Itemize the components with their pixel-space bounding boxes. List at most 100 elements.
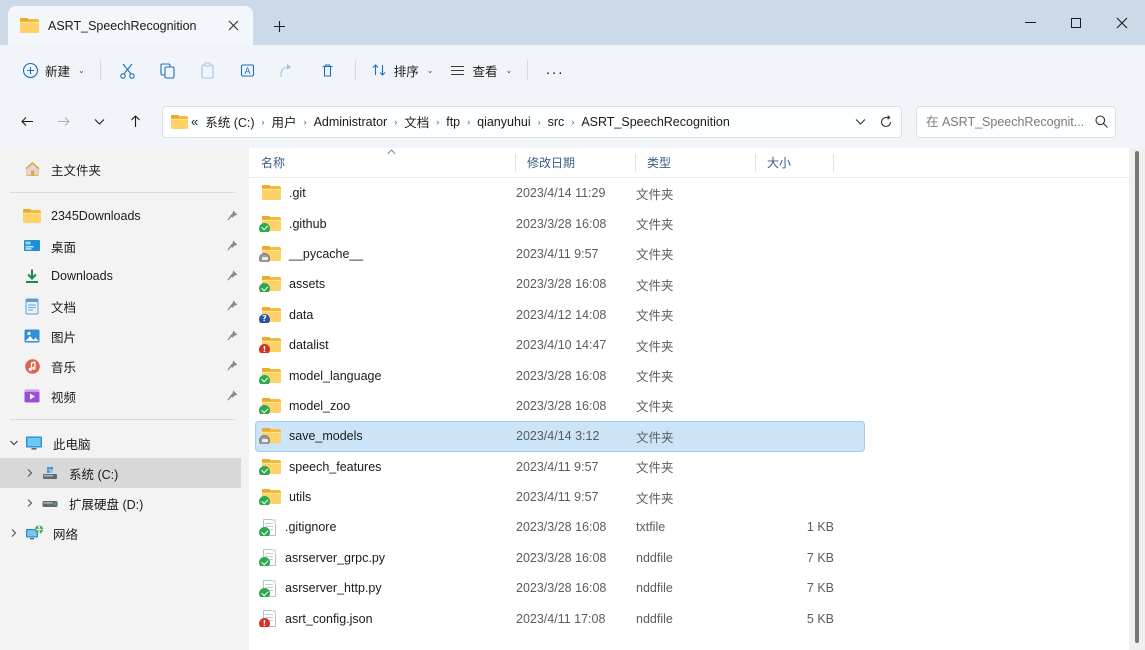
search-input[interactable] <box>926 114 1094 129</box>
sidebar-item-extended-drive-d[interactable]: 扩展硬盘 (D:) <box>0 488 241 518</box>
table-row[interactable]: asrserver_http.py 2023/3/28 16:08 nddfile 7… <box>255 573 865 603</box>
more-options-button[interactable]: ... <box>535 54 575 86</box>
table-row[interactable]: asrt_config.json 2023/4/11 17:08 nddfile 5 … <box>255 603 865 633</box>
trash-icon <box>319 62 336 79</box>
table-row[interactable]: save_models 2023/4/14 3:12 文件夹 <box>255 421 865 452</box>
pin-icon[interactable] <box>223 270 241 282</box>
file-name-cell: .gitignore <box>256 518 516 536</box>
chevron-down-icon[interactable] <box>4 438 24 448</box>
monitor-icon <box>24 433 44 453</box>
table-row[interactable]: assets 2023/3/28 16:08 文件夹 <box>255 269 865 299</box>
chevron-down-icon[interactable] <box>847 109 873 135</box>
search-box[interactable] <box>916 105 1116 138</box>
breadcrumb-separator[interactable]: › <box>301 117 310 127</box>
table-row[interactable]: model_language 2023/3/28 16:08 文件夹 <box>255 360 865 390</box>
sidebar-item-network[interactable]: 网络 <box>0 518 241 548</box>
sidebar-item-desktop[interactable]: 桌面 <box>0 231 241 261</box>
pin-icon[interactable] <box>223 360 241 372</box>
maximize-icon[interactable] <box>1053 0 1099 45</box>
cut-button[interactable] <box>108 54 148 86</box>
sidebar-item-this-pc[interactable]: 此电脑 <box>0 428 241 458</box>
scrollbar-thumb[interactable] <box>1135 151 1139 643</box>
breadcrumb-separator[interactable]: › <box>535 117 544 127</box>
chevron-right-icon[interactable] <box>20 498 40 508</box>
share-button[interactable] <box>268 54 308 86</box>
breadcrumb-separator[interactable]: › <box>391 117 400 127</box>
breadcrumb-separator[interactable]: › <box>568 117 577 127</box>
table-row[interactable]: model_zoo 2023/3/28 16:08 文件夹 <box>255 391 865 421</box>
arrow-up-icon[interactable] <box>120 107 150 137</box>
sidebar-item-videos[interactable]: 视频 <box>0 381 241 411</box>
recent-locations-icon[interactable] <box>84 107 114 137</box>
breadcrumb-separator[interactable]: › <box>464 117 473 127</box>
table-row[interactable]: speech_features 2023/4/11 9:57 文件夹 <box>255 452 865 482</box>
delete-button[interactable] <box>308 54 348 86</box>
rename-button[interactable]: A <box>228 54 268 86</box>
breadcrumb-item-src[interactable]: src <box>544 112 569 132</box>
table-row[interactable]: utils 2023/4/11 9:57 文件夹 <box>255 482 865 512</box>
breadcrumb-item-system-c[interactable]: 系统 (C:) <box>201 109 258 134</box>
breadcrumb-separator[interactable]: › <box>259 117 268 127</box>
sidebar-item-music[interactable]: 音乐 <box>0 351 241 381</box>
breadcrumb-separator[interactable]: › <box>433 117 442 127</box>
new-tab-button[interactable] <box>264 12 294 40</box>
column-header-name[interactable]: 名称 <box>249 148 515 178</box>
file-date-cell: 2023/3/28 16:08 <box>516 581 607 596</box>
arrow-right-icon[interactable] <box>48 107 78 137</box>
sidebar-item-2345downloads[interactable]: 2345Downloads <box>0 201 241 231</box>
breadcrumb-item-documents[interactable]: 文档 <box>400 109 433 134</box>
breadcrumb-item-asrt-speechrecognition[interactable]: ASRT_SpeechRecognition <box>577 112 733 132</box>
sidebar-item-label: 视频 <box>51 390 77 405</box>
breadcrumb-item-ftp[interactable]: ftp <box>442 112 464 132</box>
pin-icon[interactable] <box>223 300 241 312</box>
file-date-cell: 2023/4/14 3:12 <box>516 429 600 444</box>
new-button[interactable]: 新建 ⌄ <box>14 54 93 86</box>
refresh-icon[interactable] <box>873 109 899 135</box>
breadcrumb-item-administrator[interactable]: Administrator <box>310 112 392 132</box>
pin-icon[interactable] <box>223 390 241 402</box>
address-bar[interactable]: « 系统 (C:) › 用户 › Administrator › 文档 › ft… <box>162 105 902 138</box>
table-row[interactable]: .gitignore 2023/3/28 16:08 txtfile 1 KB <box>255 512 865 542</box>
close-icon[interactable] <box>221 14 245 38</box>
pin-icon[interactable] <box>223 240 241 252</box>
sort-button[interactable]: 排序 ⌄ <box>363 54 442 86</box>
table-row[interactable]: asrserver_grpc.py 2023/3/28 16:08 nddfile 7… <box>255 543 865 573</box>
sidebar-item-downloads[interactable]: Downloads <box>0 261 241 291</box>
table-row[interactable]: data 2023/4/12 14:08 文件夹 <box>255 300 865 330</box>
sidebar-item-pictures[interactable]: 图片 <box>0 321 241 351</box>
tab-asrt-speechrecognition[interactable]: ASRT_SpeechRecognition <box>8 6 253 45</box>
chevron-right-icon[interactable] <box>20 468 40 478</box>
file-name-label: datalist <box>289 338 329 353</box>
close-icon[interactable] <box>1099 0 1145 45</box>
minimize-icon[interactable] <box>1007 0 1053 45</box>
sidebar-item-label: 2345Downloads <box>51 209 141 223</box>
sidebar-item-documents[interactable]: 文档 <box>0 291 241 321</box>
scissors-icon <box>119 62 136 79</box>
chevron-right-icon[interactable] <box>4 528 24 538</box>
pin-icon[interactable] <box>223 210 241 222</box>
svg-text:A: A <box>245 66 251 76</box>
column-header-date-modified[interactable]: 修改日期 <box>515 148 635 178</box>
column-header-type[interactable]: 类型 <box>635 148 755 178</box>
breadcrumb-item-users[interactable]: 用户 <box>268 109 301 134</box>
table-row[interactable]: datalist 2023/4/10 14:47 文件夹 <box>255 330 865 360</box>
copy-button[interactable] <box>148 54 188 86</box>
view-button[interactable]: 查看 ⌄ <box>441 54 520 86</box>
sidebar-item-system-c[interactable]: 系统 (C:) <box>0 458 241 488</box>
table-row[interactable]: .git 2023/4/14 11:29 文件夹 <box>255 178 865 208</box>
breadcrumb-item-qianyuhui[interactable]: qianyuhui <box>473 112 535 132</box>
file-name-label: save_models <box>289 429 363 444</box>
table-row[interactable]: __pycache__ 2023/4/11 9:57 文件夹 <box>255 239 865 269</box>
column-header-size[interactable]: 大小 <box>755 148 833 178</box>
search-icon[interactable] <box>1094 114 1109 129</box>
table-row[interactable]: .github 2023/3/28 16:08 文件夹 <box>255 208 865 238</box>
pin-icon[interactable] <box>223 330 241 342</box>
breadcrumb-overflow[interactable]: « <box>188 111 201 132</box>
paste-button[interactable] <box>188 54 228 86</box>
sidebar-item-home[interactable]: 主文件夹 <box>0 154 241 184</box>
column-header-label: 修改日期 <box>527 156 576 170</box>
file-name-label: __pycache__ <box>289 246 364 261</box>
arrow-left-icon[interactable] <box>12 107 42 137</box>
navigation-pane: 主文件夹 2345Downloads 桌面 Downloads 文档 图片 音乐… <box>0 148 249 650</box>
vertical-scrollbar[interactable] <box>1129 148 1145 650</box>
